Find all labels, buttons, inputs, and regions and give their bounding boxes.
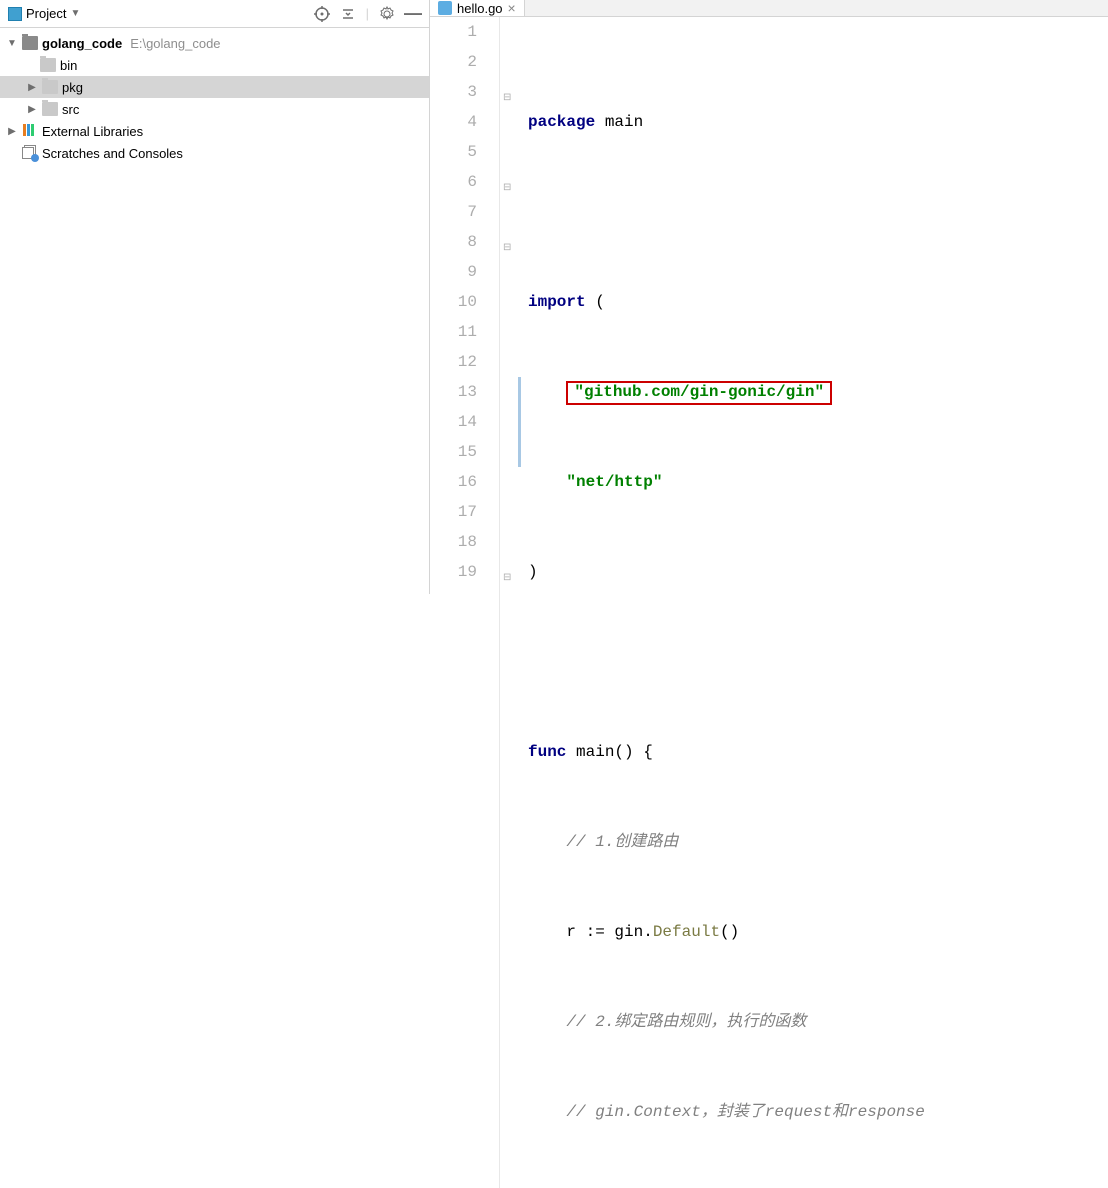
line-number: 15 <box>430 437 477 467</box>
change-marker <box>518 377 521 467</box>
node-label: External Libraries <box>42 124 143 139</box>
expand-arrow-icon[interactable]: ▶ <box>26 82 38 93</box>
tree-node-scratches[interactable]: Scratches and Consoles <box>0 142 429 164</box>
tree-node-src[interactable]: ▶ src <box>0 98 429 120</box>
root-path: E:\golang_code <box>130 36 220 51</box>
fold-icon[interactable]: ⊟ <box>503 564 511 594</box>
expand-arrow-icon[interactable]: ▼ <box>6 38 18 49</box>
close-icon[interactable]: × <box>508 0 516 16</box>
line-gutter: 1 2 3 4 5 6 7 8 9 10 11 12 13 14 15 16 1… <box>430 17 500 1188</box>
fold-column: ⊟ ⊟ ⊟ ⊟ <box>500 17 520 1188</box>
target-icon[interactable] <box>314 6 330 22</box>
node-label: pkg <box>62 80 83 95</box>
folder-icon <box>42 102 58 116</box>
line-number: 12 <box>430 347 477 377</box>
tree-root[interactable]: ▼ golang_code E:\golang_code <box>0 32 429 54</box>
line-number: 1 <box>430 17 477 47</box>
line-number: 16 <box>430 467 477 497</box>
code-editor[interactable]: 1 2 3 4 5 6 7 8 9 10 11 12 13 14 15 16 1… <box>430 17 1108 1188</box>
expand-arrow-icon[interactable]: ▶ <box>6 126 18 137</box>
tab-label: hello.go <box>457 1 503 16</box>
editor-panel: hello.go × 1 2 3 4 5 6 7 8 9 10 11 12 13… <box>430 0 1108 594</box>
line-number: 7 <box>430 197 477 227</box>
project-tree: ▼ golang_code E:\golang_code bin ▶ pkg ▶ <box>0 28 429 168</box>
fold-icon[interactable]: ⊟ <box>503 234 511 264</box>
tab-hello-go[interactable]: hello.go × <box>430 0 525 16</box>
fold-icon[interactable]: ⊟ <box>503 84 511 114</box>
project-icon <box>8 7 22 21</box>
line-number: 18 <box>430 527 477 557</box>
node-label: bin <box>60 58 77 73</box>
line-number: 2 <box>430 47 477 77</box>
line-number: 8 <box>430 227 477 257</box>
node-label: Scratches and Consoles <box>42 146 183 161</box>
project-panel: Project ▼ | — ▼ golang_code E:\golang_co… <box>0 0 430 594</box>
folder-icon <box>42 80 58 94</box>
line-number: 3 <box>430 77 477 107</box>
line-number: 10 <box>430 287 477 317</box>
tree-node-bin[interactable]: bin <box>0 54 429 76</box>
line-number: 13 <box>430 377 477 407</box>
collapse-icon[interactable] <box>340 6 356 22</box>
tree-node-pkg[interactable]: ▶ pkg <box>0 76 429 98</box>
scratches-icon <box>22 145 38 161</box>
root-name: golang_code <box>42 36 122 51</box>
line-number: 5 <box>430 137 477 167</box>
go-file-icon <box>438 1 452 15</box>
project-title-label: Project <box>26 6 66 21</box>
line-number: 14 <box>430 407 477 437</box>
project-dropdown[interactable]: Project ▼ <box>8 6 80 21</box>
minimize-icon[interactable]: — <box>405 6 421 22</box>
line-number: 11 <box>430 317 477 347</box>
code-area[interactable]: package main import ( "github.com/gin-go… <box>520 17 1108 1188</box>
dropdown-arrow-icon: ▼ <box>70 8 80 19</box>
line-number: 9 <box>430 257 477 287</box>
folder-icon <box>40 58 56 72</box>
line-number: 6 <box>430 167 477 197</box>
highlighted-import: "github.com/gin-gonic/gin" <box>566 381 832 405</box>
gear-icon[interactable] <box>379 6 395 22</box>
expand-arrow-icon[interactable]: ▶ <box>26 104 38 115</box>
tree-node-external[interactable]: ▶ External Libraries <box>0 120 429 142</box>
library-icon <box>22 123 38 140</box>
fold-icon[interactable]: ⊟ <box>503 174 511 204</box>
editor-tabs: hello.go × <box>430 0 1108 17</box>
project-header: Project ▼ | — <box>0 0 429 28</box>
node-label: src <box>62 102 79 117</box>
folder-icon <box>22 36 38 50</box>
line-number: 17 <box>430 497 477 527</box>
line-number: 4 <box>430 107 477 137</box>
line-number: 19 <box>430 557 477 587</box>
